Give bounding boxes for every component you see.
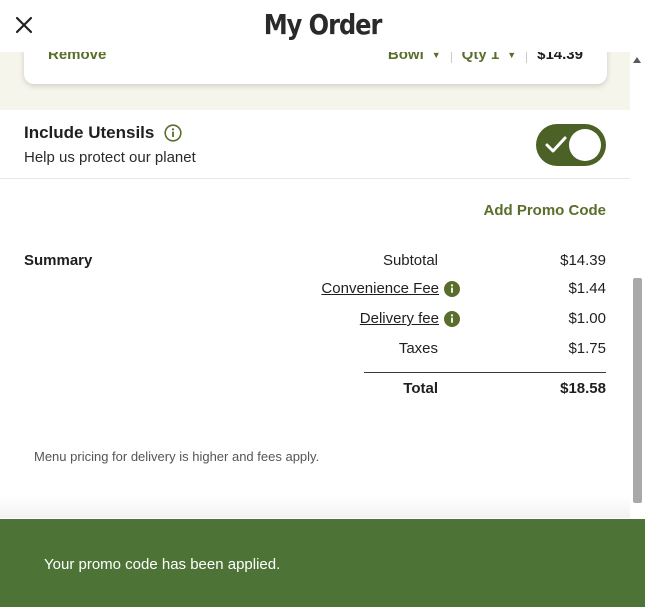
summary-row-value: $14.39 — [560, 252, 606, 269]
summary-row-value: $1.75 — [568, 340, 606, 357]
checkmark-icon — [545, 136, 567, 153]
page-title: My Order — [263, 8, 383, 41]
summary-row-delivery-fee: Delivery fee $1.00 — [250, 310, 606, 332]
remove-item-link[interactable]: Remove — [48, 52, 106, 63]
quantity-dropdown-label: Qty 1 — [461, 52, 500, 63]
utensils-section: Include Utensils Help us protect our pla… — [0, 110, 630, 179]
total-value: $18.58 — [560, 380, 606, 397]
info-filled-icon[interactable] — [444, 280, 460, 297]
utensils-title: Include Utensils — [24, 123, 155, 142]
scroll-fade — [0, 496, 630, 518]
scrollbar[interactable] — [630, 52, 645, 518]
close-button[interactable] — [13, 14, 35, 36]
delivery-fee-link[interactable]: Delivery fee — [360, 310, 439, 327]
toggle-knob — [569, 129, 601, 161]
item-controls: Bowl ▼ Qty 1 ▼ $14.39 — [388, 52, 583, 63]
total-label: Total — [403, 380, 438, 397]
close-icon — [15, 16, 33, 34]
quantity-dropdown[interactable]: Qty 1 ▼ — [462, 52, 516, 63]
size-dropdown[interactable]: Bowl ▼ — [388, 52, 441, 63]
toast-message: Your promo code has been applied. — [44, 556, 281, 573]
summary-row-value: $1.44 — [568, 280, 606, 297]
scroll-up-arrow-icon[interactable] — [633, 57, 641, 63]
utensils-subtitle: Help us protect our planet — [24, 149, 196, 166]
promo-applied-toast: Your promo code has been applied. — [0, 519, 645, 607]
caret-down-icon: ▼ — [507, 52, 517, 60]
caret-down-icon: ▼ — [431, 52, 441, 60]
summary-row-value: $1.00 — [568, 310, 606, 327]
summary-row-label: Subtotal — [382, 252, 438, 269]
summary-row-total: Total $18.58 — [250, 380, 606, 402]
cart-band: Remove Bowl ▼ Qty 1 ▼ $14.39 — [0, 52, 630, 110]
summary-row-label-group: Convenience Fee — [321, 280, 460, 297]
convenience-fee-link[interactable]: Convenience Fee — [321, 280, 439, 297]
total-divider — [364, 372, 606, 373]
size-dropdown-label: Bowl — [387, 52, 424, 63]
separator — [450, 52, 452, 63]
delivery-pricing-note: Menu pricing for delivery is higher and … — [34, 449, 320, 464]
summary-row-taxes: Taxes $1.75 — [250, 340, 606, 362]
summary-row-label: Taxes — [398, 340, 438, 357]
header: My Order — [0, 0, 630, 52]
cart-item-card: Remove Bowl ▼ Qty 1 ▼ $14.39 — [24, 52, 607, 84]
separator — [526, 52, 528, 63]
info-outline-icon[interactable] — [164, 124, 182, 142]
scrollbar-thumb[interactable] — [633, 278, 642, 503]
info-filled-icon[interactable] — [444, 310, 460, 327]
item-price: $14.39 — [537, 52, 583, 63]
summary-row-convenience-fee: Convenience Fee $1.44 — [250, 280, 606, 302]
order-scroll-area[interactable]: Remove Bowl ▼ Qty 1 ▼ $14.39 Include Ute… — [0, 52, 630, 518]
summary-row-label-group: Delivery fee — [360, 310, 460, 327]
add-promo-code-link[interactable]: Add Promo Code — [484, 202, 607, 219]
utensils-title-row: Include Utensils — [24, 123, 182, 143]
summary-label: Summary — [24, 252, 93, 269]
summary-row-subtotal: Subtotal $14.39 — [250, 252, 606, 274]
utensils-toggle[interactable] — [536, 124, 606, 166]
